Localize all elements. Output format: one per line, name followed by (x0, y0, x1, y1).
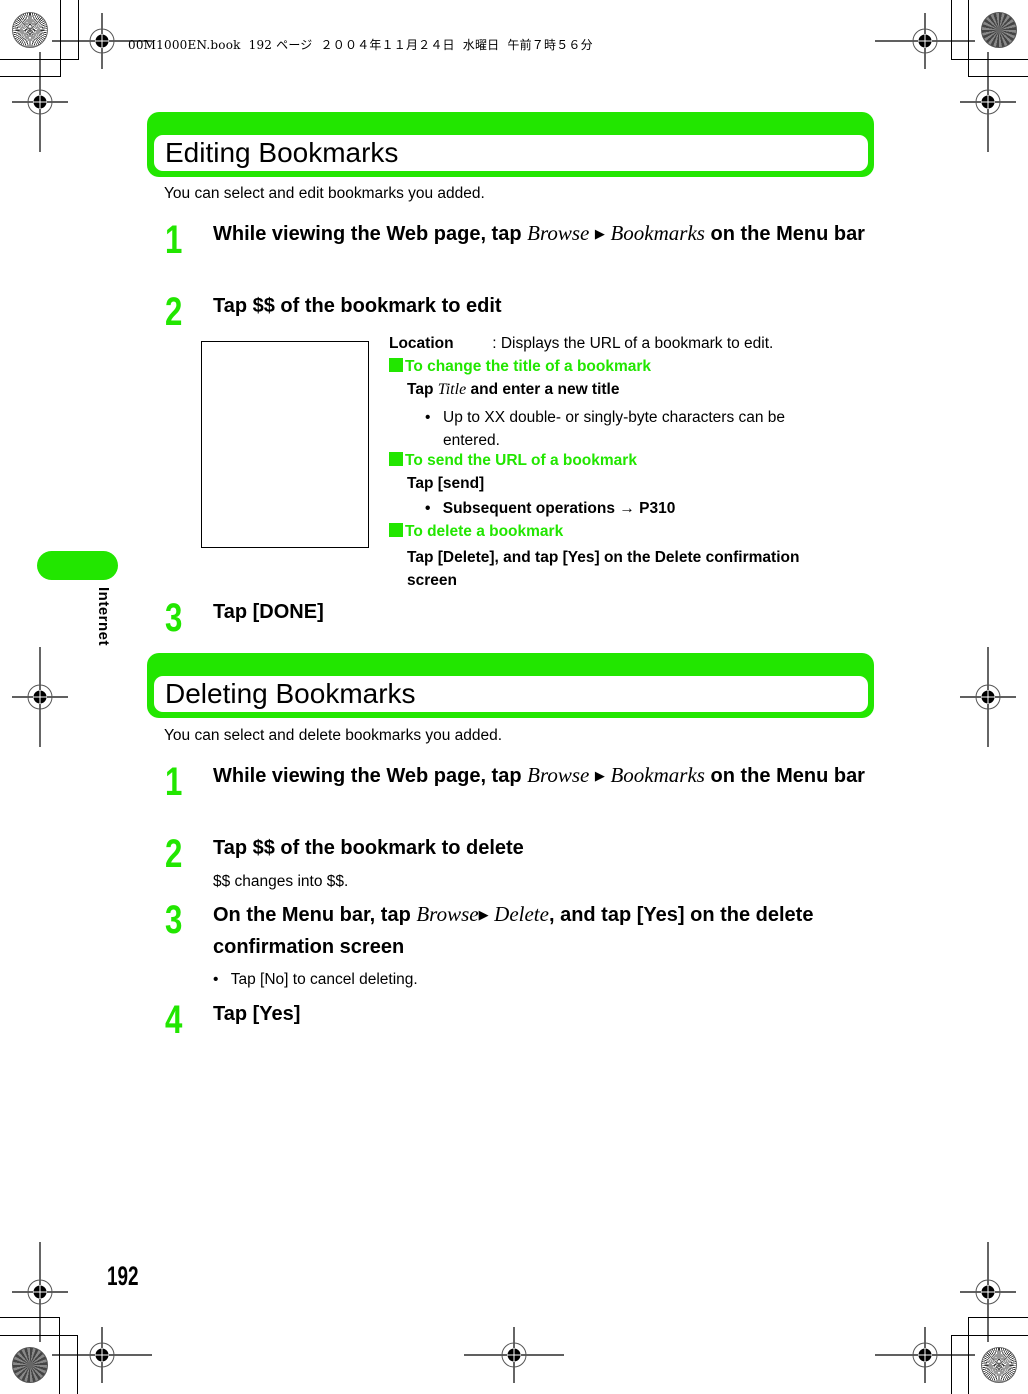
step-number: 4 (165, 998, 183, 1042)
registration-target-icon (12, 1242, 68, 1342)
section-header-editing: Editing Bookmarks (147, 112, 874, 177)
registration-target-icon (12, 647, 68, 747)
registration-target-icon (12, 52, 68, 152)
screenshot-placeholder (201, 341, 369, 548)
registration-target-icon (960, 52, 1016, 152)
registration-target-icon (960, 1242, 1016, 1342)
bullet-note: • Subsequent operations → P310 (425, 500, 676, 517)
menu-delete: Delete (494, 902, 549, 926)
location-label: Location (389, 335, 454, 352)
menu-browse: Browse (416, 902, 479, 926)
arrow-right-icon: ▶ (478, 907, 489, 922)
section-title: Deleting Bookmarks (165, 678, 416, 709)
step-number: 3 (165, 898, 183, 942)
registration-target-icon (52, 1327, 152, 1383)
square-bullet-icon (389, 523, 403, 537)
subsection-heading: To send the URL of a bookmark (389, 452, 637, 470)
subsection-heading: To change the title of a bookmark (389, 358, 651, 376)
section-header-deleting: Deleting Bookmarks (147, 653, 874, 718)
step-3-instruction: On the Menu bar, tap Browse▶ Delete, and… (213, 899, 878, 963)
location-field-description: Location : Displays the URL of a bookmar… (389, 335, 773, 353)
subsection-action: Tap [send] (407, 475, 485, 492)
registration-target-icon (464, 1327, 564, 1383)
section-intro: You can select and edit bookmarks you ad… (164, 185, 485, 202)
square-bullet-icon (389, 452, 403, 466)
bullet-note: • Tap [No] to cancel deleting. (213, 971, 418, 988)
step-3-instruction: Tap [DONE] (213, 601, 324, 623)
step-number: 1 (165, 760, 183, 804)
chapter-tab-label: Internet (95, 587, 112, 647)
print-header: 00M1000EN.book 192 ページ ２００４年１１月２４日 水曜日 午… (128, 38, 593, 52)
step-1-instruction: While viewing the Web page, tap Browse ▶… (213, 218, 878, 251)
subsection-action: Tap [Delete], and tap [Yes] on the Delet… (407, 549, 800, 589)
square-bullet-icon (389, 358, 403, 372)
subsection-heading: To delete a bookmark (389, 523, 563, 541)
menu-browse: Browse (527, 763, 590, 787)
menu-bookmarks: Bookmarks (610, 221, 705, 245)
subsection-action: Tap Title and enter a new title (407, 381, 620, 398)
page-reference-link[interactable]: P310 (635, 500, 675, 517)
section-title: Editing Bookmarks (165, 137, 399, 168)
reference-arrow-icon: → (619, 500, 635, 517)
arrow-right-icon: ▶ (594, 768, 605, 783)
location-desc: : Displays the URL of a bookmark to edit… (492, 335, 774, 352)
step-number: 3 (165, 596, 183, 640)
step-number: 2 (165, 832, 183, 876)
bullet-note: • Up to XX double- or singly-byte charac… (425, 409, 786, 449)
page-number: 192 (107, 1261, 139, 1291)
step-number: 1 (165, 218, 183, 262)
registration-target-icon (875, 1327, 975, 1383)
menu-browse: Browse (527, 221, 590, 245)
step-number: 2 (165, 290, 183, 334)
step-4-instruction: Tap [Yes] (213, 1003, 301, 1025)
step-1-instruction: While viewing the Web page, tap Browse ▶… (213, 760, 878, 793)
registration-target-icon (960, 647, 1016, 747)
step-note: $$ changes into $$. (213, 873, 349, 890)
chapter-tab (37, 551, 118, 580)
section-intro: You can select and delete bookmarks you … (164, 727, 503, 744)
menu-bookmarks: Bookmarks (610, 763, 705, 787)
step-2-instruction: Tap $$ of the bookmark to edit (213, 295, 502, 317)
arrow-right-icon: ▶ (594, 226, 605, 241)
step-2-instruction: Tap $$ of the bookmark to delete (213, 837, 524, 859)
registration-target-icon (875, 13, 975, 69)
